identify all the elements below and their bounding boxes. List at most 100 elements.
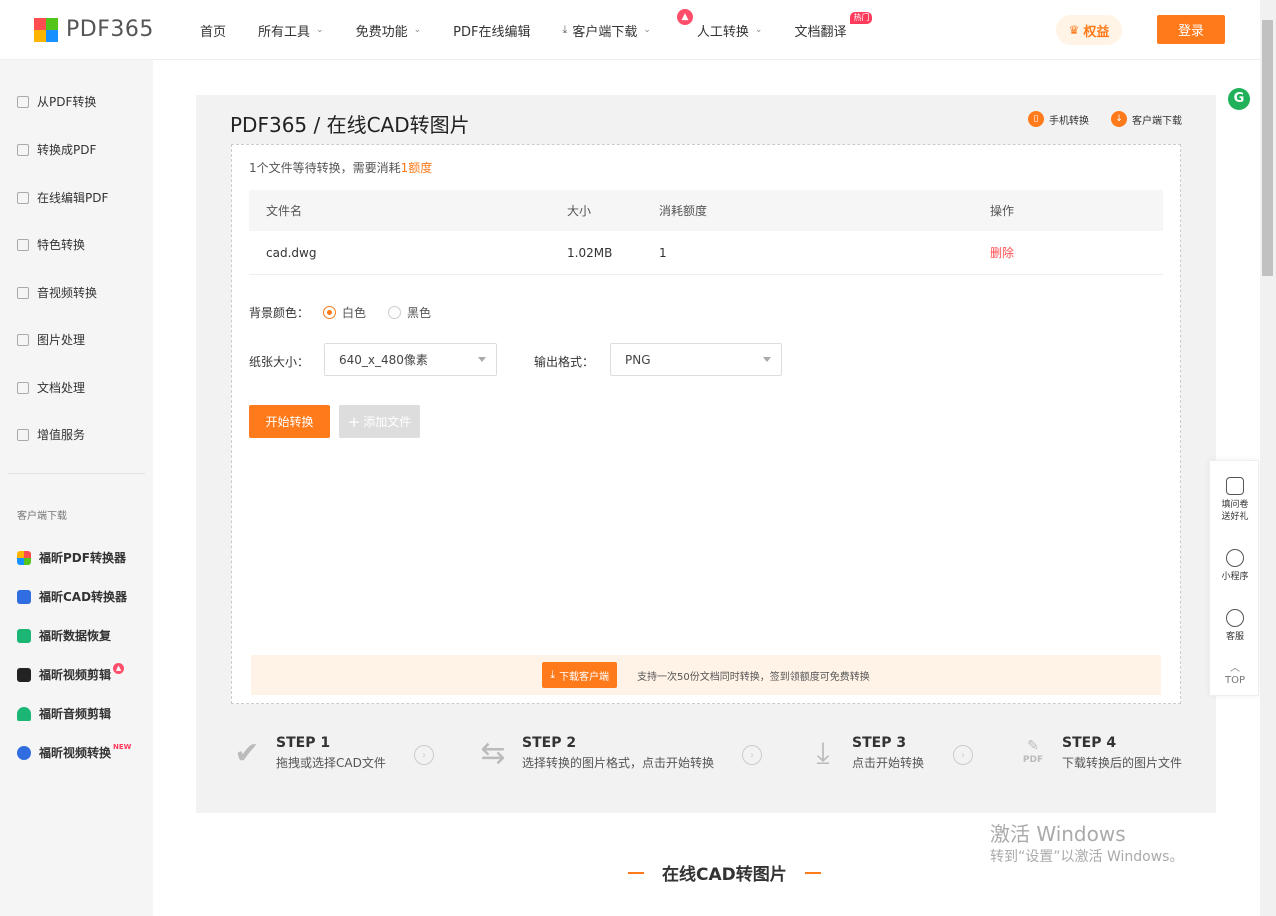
sidebar-item-from-pdf[interactable]: 从PDF转换 <box>17 93 96 110</box>
back-to-top-button[interactable]: ︿ TOP <box>1210 663 1260 687</box>
step-4: ✎ PDF STEP 4 下载转换后的图片文件 <box>1016 735 1182 771</box>
edit-icon <box>17 191 29 204</box>
section-title-text: 在线CAD转图片 <box>662 865 787 885</box>
audio-editor-icon <box>17 706 31 721</box>
pdf-converter-icon <box>17 550 31 565</box>
download-tray-icon: ⤓ <box>816 735 830 771</box>
nav-all-tools[interactable]: 所有工具 ⌄ <box>258 21 324 40</box>
scrollbar[interactable] <box>1260 0 1276 916</box>
login-button[interactable]: 登录 <box>1157 15 1225 44</box>
g-logo-icon[interactable]: G <box>1228 88 1250 110</box>
float-toolbar: 填问卷送好礼 小程序 客服 ︿ TOP <box>1209 460 1259 696</box>
file-info: 1个文件等待转换，需要消耗1额度 <box>249 159 432 176</box>
fire-icon: ▲ <box>676 8 693 25</box>
mobile-convert-label: 手机转换 <box>1049 115 1089 127</box>
delete-link[interactable]: 删除 <box>990 231 1014 274</box>
nav-manual[interactable]: ▲ 人工转换 ⌄ <box>676 8 762 40</box>
app-label: 福昕视频剪辑 <box>39 668 112 682</box>
arrow-right-icon: › <box>953 745 973 765</box>
app-audio-editor[interactable]: 福昕音频剪辑 <box>17 705 111 722</box>
pdf-file-icon: ✎ PDF <box>1022 738 1044 765</box>
nav-client-download[interactable]: ⤓ 客户端下载 ⌄ <box>562 21 650 40</box>
add-file-button[interactable]: + 添加文件 <box>339 405 420 438</box>
sidebar-item-av[interactable]: 音视频转换 <box>17 284 97 301</box>
bg-color-row: 背景颜色： 白色 黑色 <box>249 304 453 321</box>
sidebar-item-label: 增值服务 <box>37 428 86 442</box>
sidebar-item-doc[interactable]: 文档处理 <box>17 379 85 396</box>
bg-white-radio[interactable] <box>323 306 337 319</box>
notice-bar: ⤓ 下载客户端 支持一次50份文档同时转换，签到领额度可免费转换 <box>251 655 1161 695</box>
paper-size-value: 640_x_480像素 <box>339 353 428 367</box>
video-icon <box>17 286 29 299</box>
client-download-link[interactable]: ↓ 客户端下载 <box>1111 111 1182 127</box>
sidebar-item-edit-pdf[interactable]: 在线编辑PDF <box>17 189 108 206</box>
shield-icon <box>17 238 29 251</box>
check-icon: ✔ <box>234 735 260 771</box>
output-format-value: PNG <box>625 352 651 367</box>
upload-area[interactable]: 1个文件等待转换，需要消耗1额度 文件名 大小 消耗额度 操作 cad.dwg … <box>231 144 1181 704</box>
col-size: 大小 <box>567 204 592 218</box>
app-data-recovery[interactable]: 福昕数据恢复 <box>17 627 111 644</box>
caret-down-icon <box>763 357 771 362</box>
plus-icon: + <box>347 412 361 431</box>
nav-free[interactable]: 免费功能 ⌄ <box>356 21 422 40</box>
title-dash-right <box>804 871 821 874</box>
col-filename: 文件名 <box>266 204 303 218</box>
sidebar-item-image[interactable]: 图片处理 <box>17 331 85 348</box>
cad-converter-icon <box>17 589 31 604</box>
step-desc: 选择转换的图片格式，点击开始转换 <box>522 756 715 770</box>
top-label: TOP <box>1224 675 1245 686</box>
sidebar-item-vas[interactable]: 增值服务 <box>17 426 85 443</box>
step-title: STEP 3 <box>852 735 907 751</box>
section-title: 在线CAD转图片 <box>610 860 839 885</box>
scroll-thumb[interactable] <box>1262 20 1273 276</box>
app-video-editor[interactable]: 福昕视频剪辑 ▲ <box>17 663 125 683</box>
page-title: PDF365 / 在线CAD转图片 <box>230 113 470 137</box>
chevron-down-icon: ⌄ <box>643 25 651 35</box>
sidebar-item-special[interactable]: 特色转换 <box>17 236 85 253</box>
download-client-button[interactable]: ⤓ 下载客户端 <box>542 662 618 688</box>
file-size: 1.02MB <box>567 245 613 260</box>
survey-button[interactable]: 填问卷 送好礼 <box>1210 477 1260 523</box>
rights-label: 权益 <box>1083 24 1110 40</box>
bg-black-radio[interactable] <box>388 306 402 319</box>
app-label: 福昕CAD转换器 <box>39 590 128 604</box>
top-header: PDF365 首页 所有工具 ⌄ 免费功能 ⌄ PDF在线编辑 ⤓ 客户端下载 ⌄ ▲ 人… <box>0 0 1260 60</box>
nav-home[interactable]: 首页 <box>200 21 226 40</box>
nav-online-edit[interactable]: PDF在线编辑 <box>453 21 530 40</box>
phone-icon: ▯ <box>1028 111 1044 127</box>
pdf-icon-text: PDF <box>1022 755 1044 765</box>
survey-label-2: 送好礼 <box>1221 512 1249 522</box>
sidebar-item-label: 从PDF转换 <box>37 95 97 109</box>
sidebar-item-to-pdf[interactable]: 转换成PDF <box>17 141 96 158</box>
arrow-right-icon: › <box>742 745 762 765</box>
survey-label-1: 填问卷 <box>1221 500 1249 510</box>
nav-client-download-label: 客户端下载 <box>572 24 638 40</box>
step-1: ✔ STEP 1 拖拽或选择CAD文件 <box>230 735 385 771</box>
bg-white-label: 白色 <box>342 306 367 320</box>
sidebar-item-label: 图片处理 <box>37 333 86 347</box>
paper-size-select[interactable]: 640_x_480像素 <box>324 343 497 376</box>
step-title: STEP 4 <box>1062 735 1117 751</box>
notice-text: 支持一次50份文档同时转换，签到领额度可免费转换 <box>637 671 870 683</box>
list-icon <box>17 428 29 441</box>
convert-icon <box>17 95 29 108</box>
app-video-converter[interactable]: 福昕视频转换 NEW <box>17 743 131 761</box>
image-icon <box>17 333 29 346</box>
logo[interactable]: PDF365 <box>34 17 154 42</box>
nav-translate[interactable]: 文档翻译 热门 <box>794 11 873 40</box>
rights-button[interactable]: ♛ 权益 <box>1056 15 1122 45</box>
output-format-select[interactable]: PNG <box>610 343 782 376</box>
mobile-convert-link[interactable]: ▯ 手机转换 <box>1028 111 1089 127</box>
step-title: STEP 1 <box>276 735 331 751</box>
download-icon: ↓ <box>1111 111 1127 127</box>
customer-service-button[interactable]: 客服 <box>1210 609 1260 643</box>
caret-down-icon <box>478 357 486 362</box>
start-convert-button[interactable]: 开始转换 <box>249 405 330 438</box>
mini-program-button[interactable]: 小程序 <box>1210 549 1260 583</box>
app-cad-converter[interactable]: 福昕CAD转换器 <box>17 588 127 605</box>
nav-free-label: 免费功能 <box>355 24 408 40</box>
sidebar-divider <box>8 473 145 474</box>
sidebar-item-label: 特色转换 <box>37 238 86 252</box>
app-pdf-converter[interactable]: 福昕PDF转换器 <box>17 549 126 566</box>
